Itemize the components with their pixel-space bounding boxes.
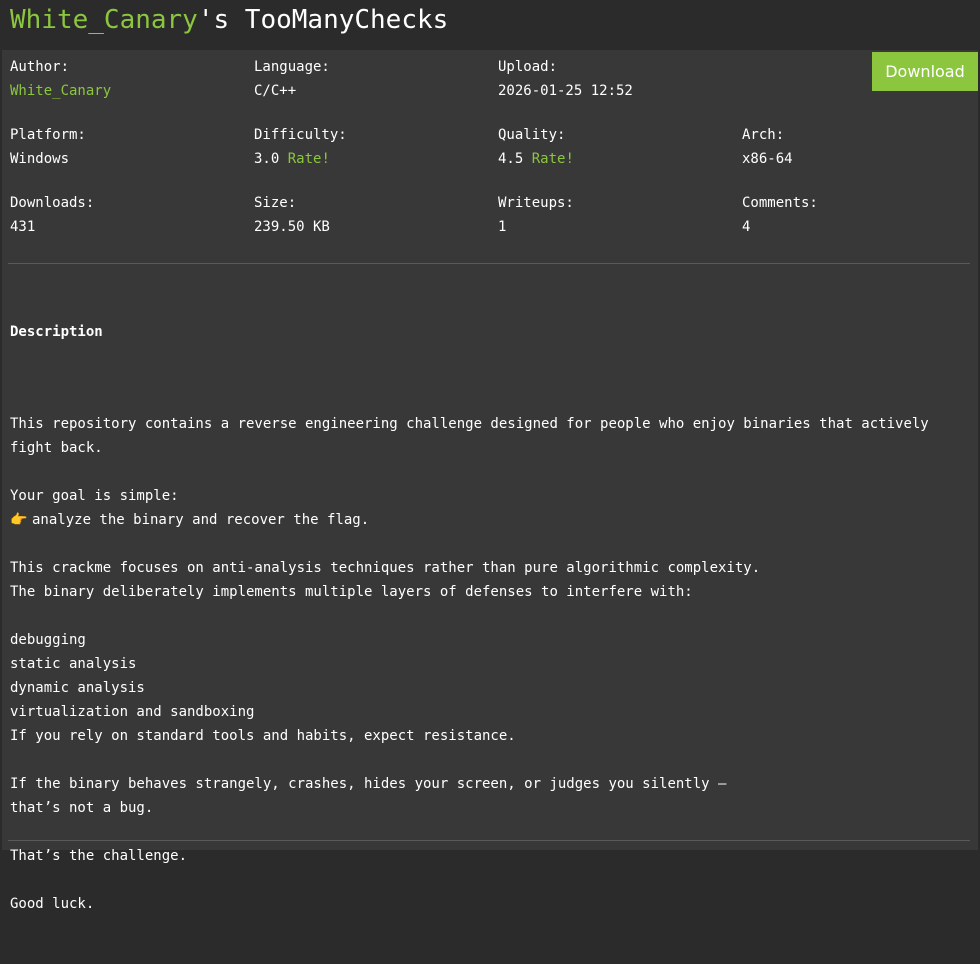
divider-top	[8, 263, 970, 264]
description-line: Good luck.	[10, 892, 972, 916]
description-line-text: virtualization and sandboxing	[10, 704, 255, 720]
difficulty-rate-link[interactable]: Rate!	[288, 151, 330, 167]
meta-difficulty-label: Difficulty:	[254, 127, 347, 143]
meta-author-label: Author:	[10, 59, 70, 75]
description-line: That’s the challenge.	[10, 844, 972, 868]
meta-difficulty-value: 3.0	[254, 151, 280, 167]
description-line: fight back.	[10, 436, 972, 460]
description-line-text: fight back.	[10, 440, 103, 456]
description-line: that’s not a bug.	[10, 796, 972, 820]
description-line: Your goal is simple:	[10, 484, 972, 508]
title-suffix: 's TooManyChecks	[197, 5, 449, 35]
description-line: This crackme focuses on anti-analysis te…	[10, 556, 972, 580]
description-line: debugging	[10, 628, 972, 652]
description-line-text: Your goal is simple:	[10, 488, 179, 504]
description-line: This repository contains a reverse engin…	[10, 412, 972, 436]
meta-downloads: Downloads: 431	[10, 191, 250, 239]
meta-language-value: C/C++	[254, 83, 297, 99]
meta-upload: Upload: 2026-01-25 12:52	[498, 55, 738, 103]
divider-bottom	[8, 840, 970, 841]
description-line-text: Good luck.	[10, 896, 95, 912]
download-button[interactable]: Download	[872, 52, 978, 91]
description: Description This repository contains a r…	[10, 272, 972, 964]
description-line-text: This crackme focuses on anti-analysis te…	[10, 560, 761, 576]
description-line-text: The binary deliberately implements multi…	[10, 584, 693, 600]
meta-quality-value: 4.5	[498, 151, 524, 167]
description-line-text: If the binary behaves strangely, crashes…	[10, 776, 727, 792]
meta-writeups: Writeups: 1	[498, 191, 738, 239]
description-line-text: That’s the challenge.	[10, 848, 188, 864]
meta-arch-label: Arch:	[742, 127, 785, 143]
description-heading: Description	[10, 324, 103, 340]
meta-writeups-label: Writeups:	[498, 195, 574, 211]
meta-upload-label: Upload:	[498, 59, 558, 75]
meta-size-value: 239.50 KB	[254, 219, 330, 235]
description-line: static analysis	[10, 652, 972, 676]
meta-comments-label: Comments:	[742, 195, 818, 211]
meta-size: Size: 239.50 KB	[254, 191, 494, 239]
meta-comments-value: 4	[742, 219, 751, 235]
meta-downloads-value: 431	[10, 219, 36, 235]
meta-upload-value: 2026-01-25 12:52	[498, 83, 633, 99]
page-title: White_Canary's TooManyChecks	[0, 0, 980, 44]
meta-author: Author: White_Canary	[10, 55, 250, 103]
title-author-link[interactable]: White_Canary	[10, 5, 198, 35]
meta-difficulty-row: 3.0 Rate!	[254, 147, 494, 171]
meta-comments: Comments: 4	[742, 191, 980, 239]
meta-difficulty: Difficulty: 3.0 Rate!	[254, 123, 494, 171]
description-line-text: If you rely on standard tools and habits…	[10, 728, 516, 744]
description-line-text: static analysis	[10, 656, 137, 672]
meta-platform-value: Windows	[10, 151, 70, 167]
description-line	[10, 604, 972, 628]
description-line: virtualization and sandboxing	[10, 700, 972, 724]
description-line: If the binary behaves strangely, crashes…	[10, 772, 972, 796]
meta-language: Language: C/C++	[254, 55, 494, 103]
meta-platform-label: Platform:	[10, 127, 86, 143]
pointing-hand-icon: 👉	[10, 512, 28, 528]
description-line: dynamic analysis	[10, 676, 972, 700]
description-line-text: dynamic analysis	[10, 680, 145, 696]
crackme-panel: Download Author: White_Canary Language: …	[2, 50, 980, 912]
meta-platform: Platform: Windows	[10, 123, 250, 171]
meta-size-label: Size:	[254, 195, 297, 211]
description-line-text: that’s not a bug.	[10, 800, 154, 816]
description-line	[10, 460, 972, 484]
description-line-text: debugging	[10, 632, 86, 648]
meta-downloads-label: Downloads:	[10, 195, 95, 211]
description-line: If you rely on standard tools and habits…	[10, 724, 972, 748]
description-line: 👉 analyze the binary and recover the flag…	[10, 508, 972, 532]
meta-quality-row: 4.5 Rate!	[498, 147, 738, 171]
description-line	[10, 748, 972, 772]
quality-rate-link[interactable]: Rate!	[532, 151, 574, 167]
meta-author-link[interactable]: White_Canary	[10, 79, 250, 103]
meta-writeups-value: 1	[498, 219, 507, 235]
meta-arch: Arch: x86-64	[742, 123, 980, 171]
description-line	[10, 868, 972, 892]
description-line: The binary deliberately implements multi…	[10, 580, 972, 604]
description-line-text: analyze the binary and recover the flag.	[32, 512, 370, 528]
meta-quality: Quality: 4.5 Rate!	[498, 123, 738, 171]
meta-arch-value: x86-64	[742, 151, 793, 167]
meta-quality-label: Quality:	[498, 127, 566, 143]
description-line	[10, 532, 972, 556]
meta-language-label: Language:	[254, 59, 330, 75]
description-line-text: This repository contains a reverse engin…	[10, 416, 929, 432]
